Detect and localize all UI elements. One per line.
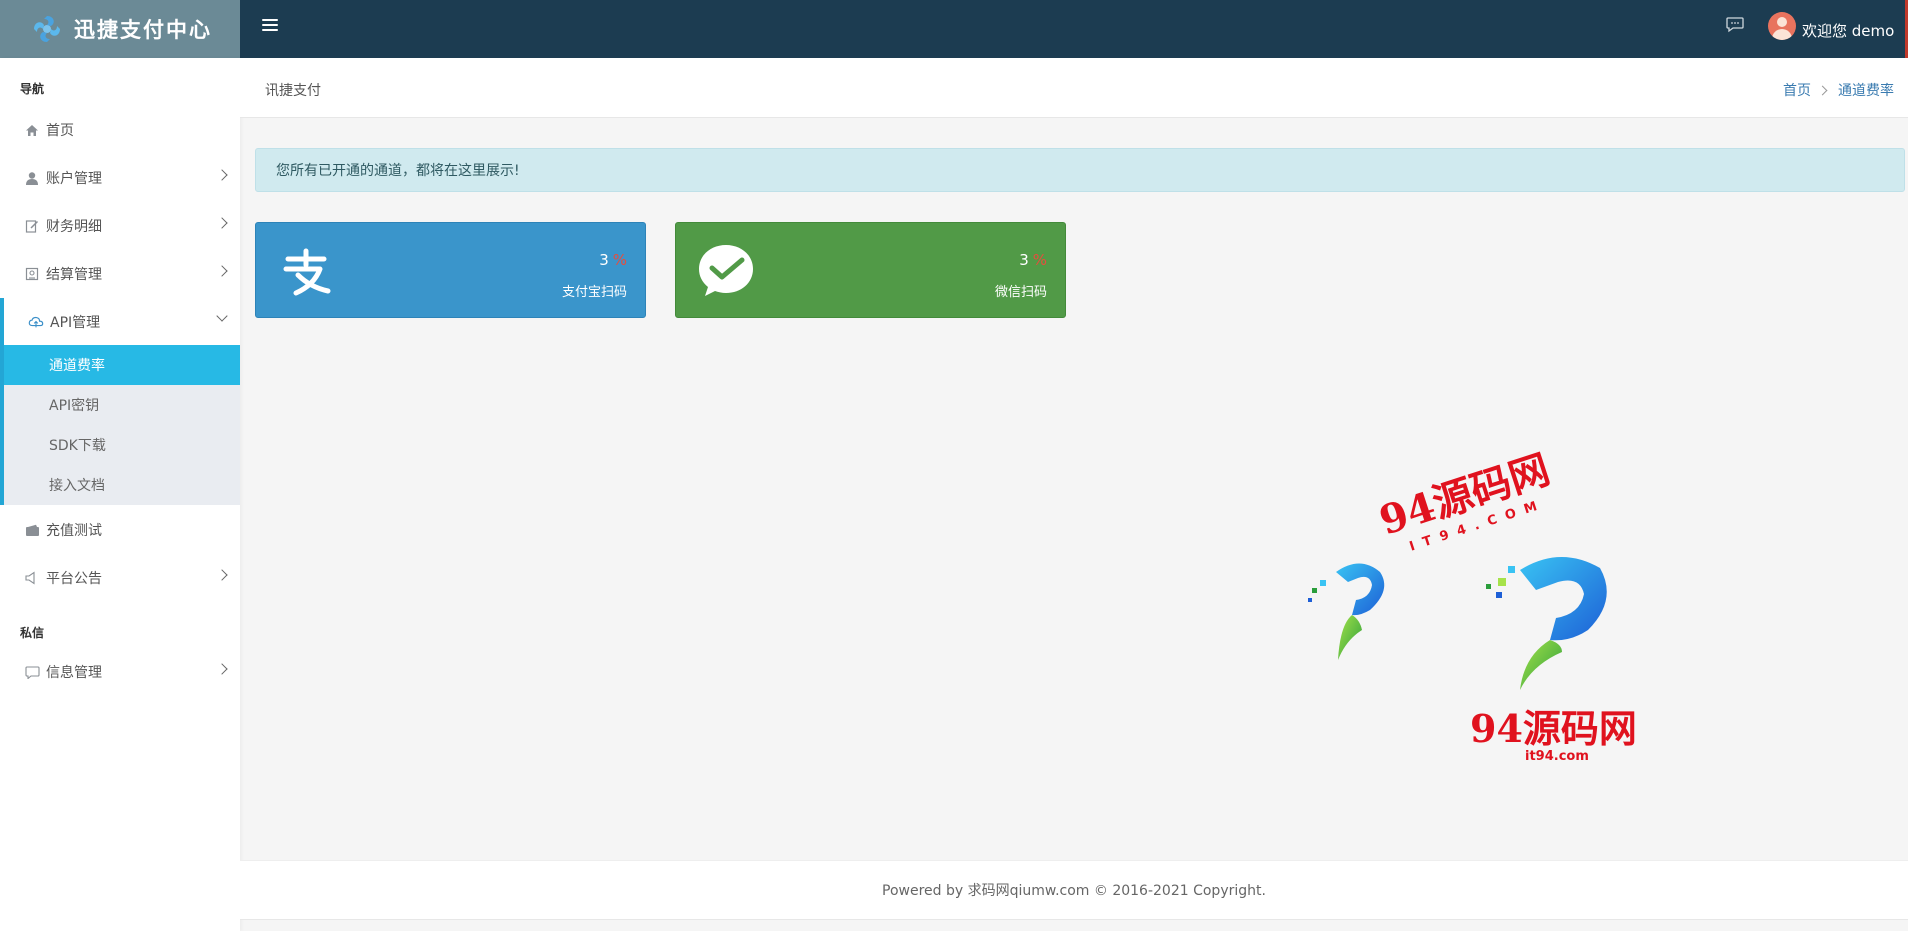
api-submenu: 通道费率 API密钥 SDK下载 接入文档 [0, 345, 240, 505]
chevron-right-icon [216, 265, 228, 277]
sidebar-item-label: 平台公告 [46, 571, 102, 587]
channel-card-alipay[interactable]: 3% 支付宝扫码 [255, 222, 646, 318]
wallet-icon [24, 522, 40, 538]
top-bar: 欢迎您 demo [240, 0, 1908, 58]
sidebar-item-messages[interactable]: 信息管理 [0, 648, 240, 696]
cloud-icon [28, 314, 44, 330]
channel-rate: 3% [599, 251, 627, 269]
sidebar-item-finance[interactable]: 财务明细 [0, 202, 240, 250]
avatar[interactable] [1768, 12, 1796, 40]
sidebar-item-label: 首页 [46, 123, 74, 139]
footer: Powered by 求码网qiumw.com © 2016-2021 Copy… [240, 860, 1908, 920]
watermark-subtext: it94.com [1525, 749, 1589, 764]
watermark-text: 94源码网 [1470, 706, 1637, 751]
chevron-down-icon [216, 310, 228, 322]
sidebar-item-label: 充值测试 [46, 523, 102, 539]
submenu-item-channel-rate[interactable]: 通道费率 [4, 345, 240, 385]
chevron-right-icon [216, 169, 228, 181]
home-icon [24, 122, 40, 138]
logo-area[interactable]: 迅捷支付中心 [0, 0, 240, 58]
sidebar-item-announcements[interactable]: 平台公告 [0, 554, 240, 602]
sidebar-item-label: 账户管理 [46, 171, 102, 187]
sidebar-item-api[interactable]: API管理 [0, 298, 240, 346]
breadcrumb-home-link[interactable]: 首页 [1783, 80, 1811, 100]
page-title: 讯捷支付 [265, 83, 321, 99]
sidebar-item-label: API管理 [50, 315, 101, 331]
private-section-header: 私信 [20, 626, 45, 640]
info-alert: 您所有已开通的通道，都将在这里展示! [255, 148, 1905, 192]
breadcrumb-bar: 讯捷支付 首页 通道费率 [240, 58, 1908, 118]
chevron-right-icon [216, 217, 228, 229]
sidebar-item-recharge-test[interactable]: 充值测试 [0, 506, 240, 554]
channel-card-wechat[interactable]: 3% 微信扫码 [675, 222, 1066, 318]
sidebar-item-label: 财务明细 [46, 219, 102, 235]
message-icon [24, 664, 40, 680]
sidebar-item-home[interactable]: 首页 [0, 106, 240, 154]
app-title: 迅捷支付中心 [74, 18, 212, 42]
edit-icon [24, 218, 40, 234]
chat-icon[interactable] [1726, 17, 1744, 33]
submenu-item-api-key[interactable]: API密钥 [4, 385, 240, 425]
sidebar-item-settlement[interactable]: 结算管理 [0, 250, 240, 298]
channel-rate: 3% [1019, 251, 1047, 269]
submenu-item-docs[interactable]: 接入文档 [4, 465, 240, 505]
chevron-right-icon [1817, 85, 1828, 95]
welcome-text[interactable]: 欢迎您 demo [1802, 20, 1894, 41]
wechat-icon [699, 245, 753, 296]
sidebar-item-label: 信息管理 [46, 665, 102, 681]
nav-section-header: 导航 [20, 82, 45, 96]
logo-icon [34, 16, 60, 42]
chevron-right-icon [216, 663, 228, 675]
sidebar-item-label: 结算管理 [46, 267, 102, 283]
sidebar-item-account[interactable]: 账户管理 [0, 154, 240, 202]
breadcrumb-current-link[interactable]: 通道费率 [1838, 80, 1894, 100]
volume-icon [24, 570, 40, 586]
menu-toggle-icon[interactable] [262, 19, 278, 33]
chevron-right-icon [216, 569, 228, 581]
submenu-item-sdk-download[interactable]: SDK下载 [4, 425, 240, 465]
watermark: 94源码网 IT94.COM 94源码网 it94.com [1300, 446, 1660, 770]
sidebar: 导航 首页 账户管理 财务明细 结算管理 API管理 通道费率 API密钥 SD… [0, 58, 240, 931]
channel-label: 微信扫码 [994, 285, 1047, 300]
user-icon [24, 170, 40, 186]
channel-label: 支付宝扫码 [561, 285, 627, 300]
alipay-icon [283, 248, 331, 296]
breadcrumb: 首页 通道费率 [1783, 80, 1894, 100]
settle-icon [24, 266, 40, 282]
